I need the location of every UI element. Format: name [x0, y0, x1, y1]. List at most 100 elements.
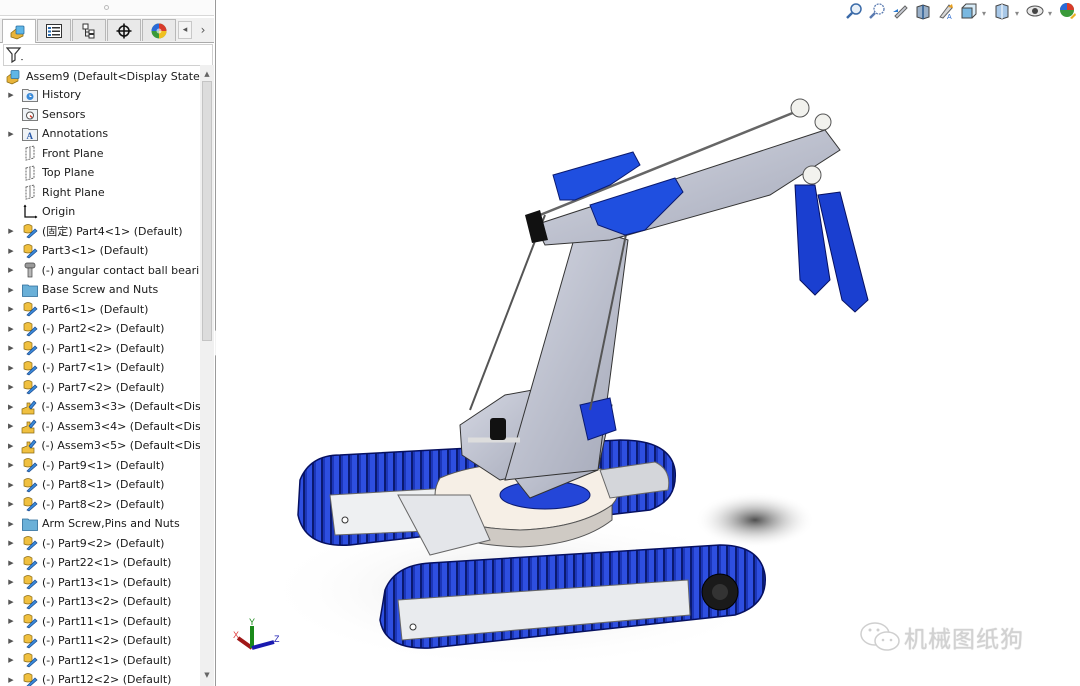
configuration-manager-icon	[82, 23, 95, 38]
tree-item[interactable]: ▶ (-) Part11<1> (Default)	[0, 612, 200, 631]
tab-featuremanager[interactable]	[2, 19, 36, 43]
watermark-text: 机械图纸狗	[904, 627, 1024, 653]
tab-dimxpertmanager[interactable]	[107, 19, 141, 41]
expand-arrow-icon[interactable]: ▶	[6, 422, 15, 430]
expand-arrow-icon[interactable]: ▶	[6, 344, 16, 352]
part-icon	[22, 243, 38, 259]
tree-item-label: (-) Part1<2> (Default)	[42, 341, 165, 355]
tree-item[interactable]: ▶ (-) Part12<1> (Default)	[0, 651, 200, 670]
expand-arrow-icon[interactable]: ▶	[6, 676, 16, 684]
assembly-icon	[10, 25, 25, 39]
expand-arrow-icon[interactable]: ▶	[6, 598, 16, 606]
tree-item[interactable]: ▶ (-) Part11<2> (Default)	[0, 631, 200, 650]
tree-item-label: (-) Part9<2> (Default)	[42, 536, 165, 550]
tree-item[interactable]: ▶ (-) Part7<1> (Default)	[0, 358, 200, 377]
expand-arrow-icon[interactable]: ▶	[6, 266, 16, 274]
part-icon	[22, 496, 38, 512]
toolbox-part-icon	[22, 262, 38, 278]
tree-item[interactable]: ▶ (-) Part13<2> (Default)	[0, 592, 200, 611]
tree-item[interactable]: ▶ (固定) Part4<1> (Default)	[0, 222, 200, 241]
part-icon	[22, 379, 38, 395]
tree-item[interactable]: ▶ (-) Part13<1> (Default)	[0, 573, 200, 592]
filter-icon[interactable]	[6, 46, 26, 64]
tree-item[interactable]: ▶ (-) Part1<2> (Default)	[0, 339, 200, 358]
tree-item[interactable]: ▶ Part6<1> (Default)	[0, 300, 200, 319]
tree-item-label: (-) Assem3<3> (Default<Displ	[41, 400, 200, 413]
expand-arrow-icon[interactable]: ▶	[6, 403, 15, 411]
tree-scrollbar[interactable]: ▲ ▼	[200, 65, 214, 686]
expand-arrow-icon[interactable]: ▶	[6, 227, 16, 235]
expand-arrow-icon[interactable]: ▶	[6, 305, 16, 313]
manager-tabs: ◂ ›	[0, 18, 214, 43]
tree-item[interactable]: ▶ A Annotations	[0, 124, 200, 143]
expand-arrow-icon[interactable]: ▶	[6, 130, 16, 138]
subassembly-icon	[21, 438, 37, 454]
expand-arrow-icon[interactable]: ▶	[6, 91, 16, 99]
expand-arrow-icon[interactable]: ▶	[6, 656, 16, 664]
tree-item[interactable]: ▶ (-) Assem3<4> (Default<Displ	[0, 417, 200, 436]
expand-arrow-icon[interactable]: ▶	[6, 559, 16, 567]
tab-scroll-right-button[interactable]: ›	[196, 21, 210, 39]
robot-arm-model[interactable]	[216, 0, 1080, 686]
tree-item[interactable]: ▶ (-) Part8<1> (Default)	[0, 475, 200, 494]
tree-item-label: Part6<1> (Default)	[42, 302, 149, 316]
expand-arrow-icon[interactable]: ▶	[6, 520, 16, 528]
tree-item[interactable]: ▶ (-) angular contact ball bearin	[0, 261, 200, 280]
expand-arrow-icon[interactable]: ▶	[6, 286, 16, 294]
scrollbar-thumb[interactable]	[202, 81, 212, 341]
tree-item-label: Base Screw and Nuts	[42, 283, 159, 296]
folder-icon	[22, 516, 38, 532]
tree-item[interactable]: Sensors	[0, 105, 200, 124]
expand-arrow-icon[interactable]: ▶	[6, 637, 16, 645]
tree-item[interactable]: ▶ (-) Part12<2> (Default)	[0, 670, 200, 686]
tree-item[interactable]: ▶ (-) Part9<2> (Default)	[0, 534, 200, 553]
expand-arrow-icon[interactable]: ▶	[6, 325, 16, 333]
tree-item[interactable]: ▶ (-) Part7<2> (Default)	[0, 378, 200, 397]
expand-arrow-icon[interactable]: ▶	[6, 578, 16, 586]
tree-item[interactable]: Origin	[0, 202, 200, 221]
expand-arrow-icon[interactable]: ▶	[6, 539, 16, 547]
tree-filter-bar[interactable]	[3, 44, 213, 66]
triad-y-label: Y	[249, 617, 255, 627]
tree-item[interactable]: ▶ (-) Part9<1> (Default)	[0, 456, 200, 475]
expand-arrow-icon[interactable]: ▶	[6, 461, 16, 469]
tab-propertymanager[interactable]	[37, 19, 71, 41]
scroll-up-button[interactable]: ▲	[200, 67, 214, 81]
tab-scroll-left-button[interactable]: ◂	[178, 21, 192, 39]
tree-item-label: (-) Assem3<5> (Default<Displ	[41, 439, 200, 452]
tree-item[interactable]: ▶ (-) Assem3<5> (Default<Displ	[0, 436, 200, 455]
origin-icon	[22, 204, 38, 220]
expand-arrow-icon[interactable]: ▶	[6, 364, 16, 372]
tree-item-label: (-) Part2<2> (Default)	[42, 322, 165, 335]
tree-item-label: (-) Part7<1> (Default)	[42, 361, 165, 374]
tree-root-assembly[interactable]: Assem9 (Default<Display State-1>	[0, 67, 200, 86]
tree-item[interactable]: Front Plane	[0, 144, 200, 163]
expand-arrow-icon[interactable]: ▶	[6, 247, 16, 255]
wechat-icon	[860, 622, 900, 651]
tree-item[interactable]: ▶ Part3<1> (Default)	[0, 241, 200, 260]
tree-item[interactable]: Top Plane	[0, 163, 200, 182]
assembly-icon	[6, 69, 22, 85]
expand-arrow-icon[interactable]: ▶	[6, 442, 15, 450]
tree-item[interactable]: ▶ History	[0, 85, 200, 104]
tree-item[interactable]: ▶ (-) Assem3<3> (Default<Displ	[0, 397, 200, 416]
tab-configurationmanager[interactable]	[72, 19, 106, 41]
expand-arrow-icon[interactable]: ▶	[6, 500, 16, 508]
expand-arrow-icon[interactable]: ▶	[6, 481, 16, 489]
tree-item-label: Right Plane	[42, 185, 105, 199]
expand-arrow-icon[interactable]: ▶	[6, 383, 16, 391]
panel-grip[interactable]	[0, 0, 214, 16]
tree-item[interactable]: Right Plane	[0, 183, 200, 202]
tree-item-label: History	[42, 88, 82, 101]
history-folder-icon	[22, 87, 38, 103]
tree-item[interactable]: ▶ Arm Screw,Pins and Nuts	[0, 514, 200, 533]
tab-displaymanager[interactable]	[142, 19, 176, 41]
tree-item[interactable]: ▶ Base Screw and Nuts	[0, 280, 200, 299]
tree-item-label: (-) angular contact ball bearin	[41, 263, 200, 277]
tree-item[interactable]: ▶ (-) Part8<2> (Default)	[0, 495, 200, 514]
expand-arrow-icon[interactable]: ▶	[6, 617, 16, 625]
tree-item-label: (-) Part7<2> (Default)	[42, 380, 165, 394]
scroll-down-button[interactable]: ▼	[200, 668, 214, 682]
tree-item[interactable]: ▶ (-) Part22<1> (Default)	[0, 553, 200, 572]
tree-item[interactable]: ▶ (-) Part2<2> (Default)	[0, 319, 200, 338]
